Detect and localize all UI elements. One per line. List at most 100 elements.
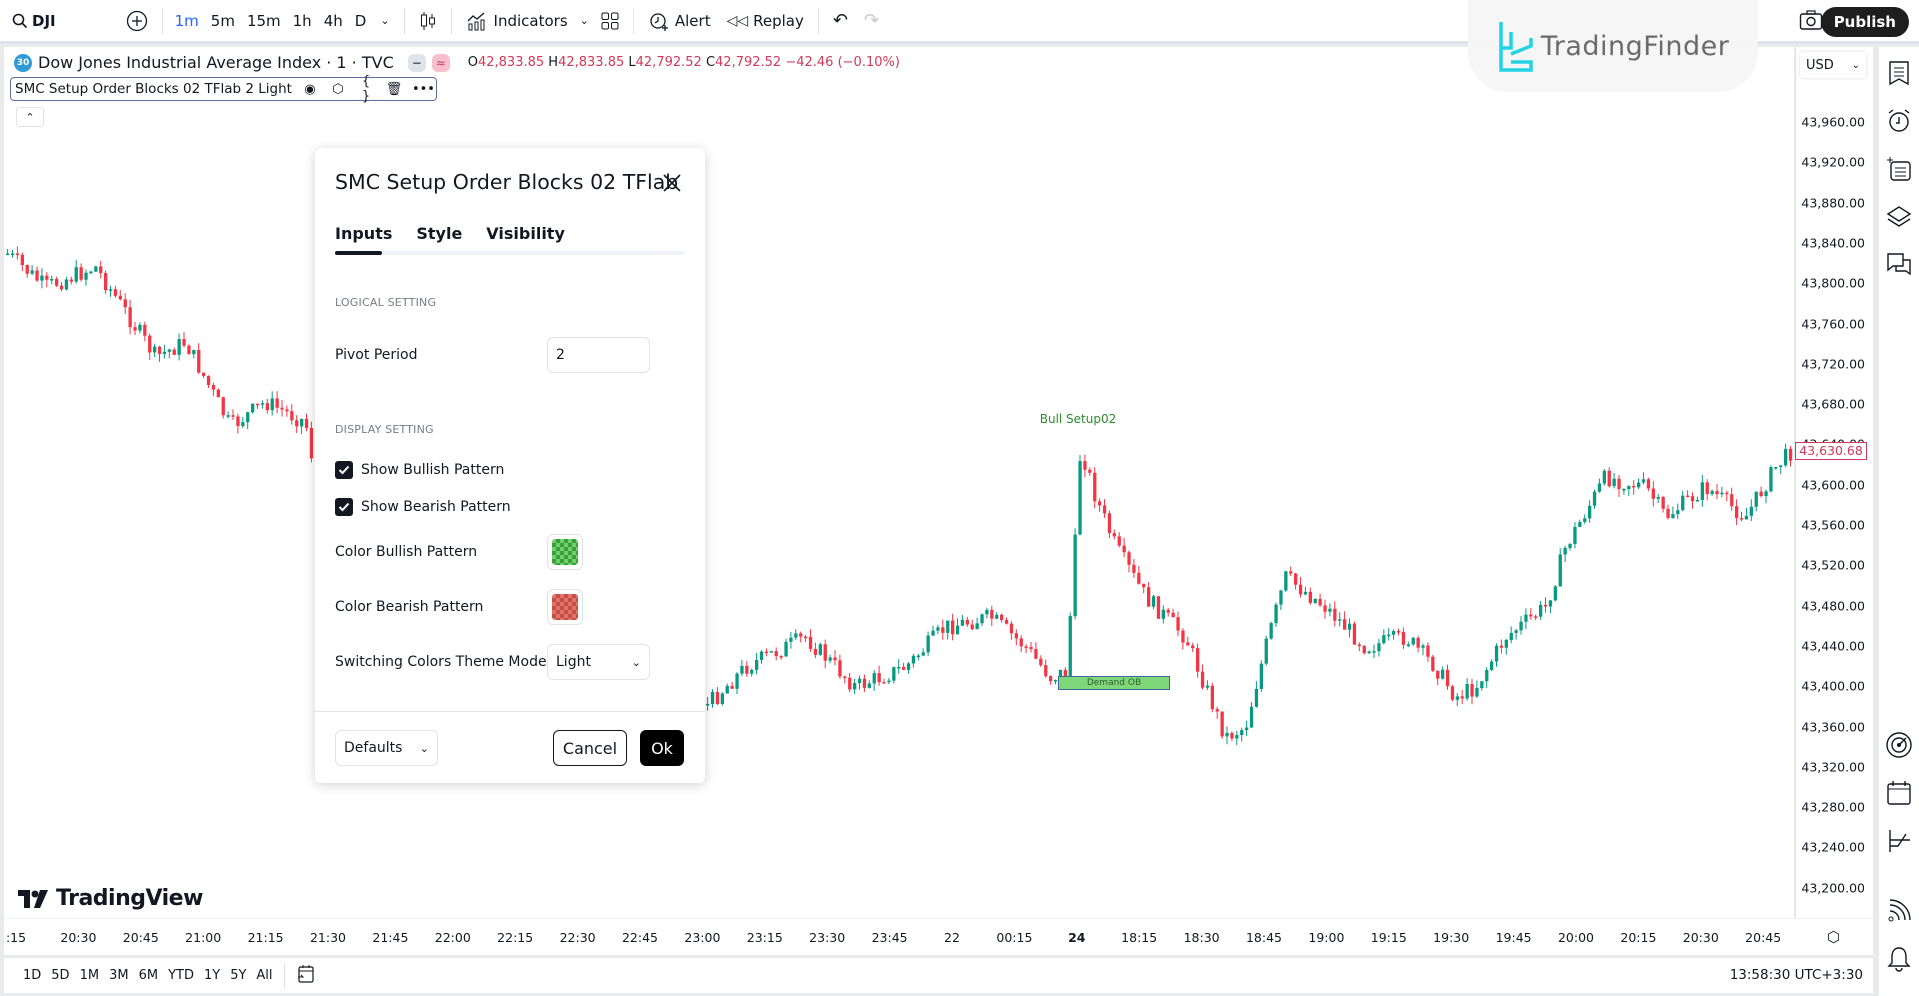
range-ytd[interactable]: YTD (163, 968, 199, 983)
notifications-button[interactable] (1885, 945, 1913, 973)
minus-icon[interactable]: − (407, 53, 426, 72)
collapse-legend-button[interactable]: ⌃ (16, 107, 44, 127)
candle-body (1676, 510, 1680, 515)
time-axis[interactable]: ⬡ :15 20:30 20:45 21:00 21:15 21:30 21:45 22:00… (4, 918, 1873, 955)
timeframe-1h[interactable]: 1h (287, 12, 318, 30)
axis-settings-icon[interactable]: ⬡ (1827, 928, 1840, 946)
candle-body (1739, 518, 1744, 520)
timeframe-1m[interactable]: 1m (169, 12, 205, 30)
currency-select[interactable]: USD ⌄ (1800, 52, 1866, 78)
color-bullish-swatch[interactable] (547, 534, 583, 570)
settings-icon[interactable]: ⬡ (328, 82, 348, 97)
range-3m[interactable]: 3M (104, 968, 134, 983)
footer-divider (315, 711, 705, 712)
pivot-period-input[interactable]: 2 (547, 337, 650, 373)
approx-icon[interactable]: ≈ (431, 53, 450, 72)
candle-body (804, 636, 808, 639)
undo-button[interactable]: ↶ (825, 0, 856, 43)
replay-button[interactable]: ◁◁ Replay (719, 0, 812, 43)
chart-pane[interactable]: 30 Dow Jones Industrial Average Index · … (4, 47, 1794, 955)
source-code-icon[interactable]: { } (356, 74, 376, 104)
color-bearish-swatch[interactable] (547, 589, 583, 625)
compare-button[interactable] (118, 0, 156, 43)
candle-body (1127, 552, 1131, 565)
calendar-button[interactable] (1885, 779, 1913, 807)
symbol-search[interactable]: DJI (0, 0, 64, 43)
price-label: 43,600.00 (1801, 477, 1865, 493)
layers-button[interactable] (1885, 203, 1913, 231)
indicator-name[interactable]: SMC Setup Order Blocks 02 TFlab 2 Light (15, 81, 292, 97)
timeframe-15m[interactable]: 15m (241, 12, 287, 30)
eye-icon[interactable]: ◉ (300, 82, 320, 97)
chart-type-button[interactable] (411, 0, 445, 43)
layout-button[interactable] (593, 0, 627, 43)
timeframe-5m[interactable]: 5m (205, 12, 241, 30)
candle-body (715, 692, 720, 705)
range-all[interactable]: All (251, 968, 277, 983)
tab-visibility[interactable]: Visibility (486, 224, 565, 243)
close-button[interactable] (661, 172, 683, 194)
candle-body (1044, 665, 1048, 677)
ok-button[interactable]: Ok (640, 730, 684, 766)
price-axis[interactable]: 43,960.00 43,920.00 43,880.00 43,840.00 43,8… (1795, 47, 1873, 918)
publish-button[interactable]: Publish (1820, 7, 1909, 37)
alerts-button[interactable] (1885, 107, 1913, 135)
candle-body (128, 307, 132, 328)
chevron-down-icon: ⌄ (579, 14, 589, 27)
snapshot-button[interactable] (1799, 9, 1823, 35)
indicator-legend[interactable]: SMC Setup Order Blocks 02 TFlab 2 Light … (10, 74, 437, 104)
candle-body (1186, 642, 1190, 646)
defaults-dropdown[interactable]: Defaults ⌄ (335, 730, 438, 766)
object-tree-button[interactable] (1885, 155, 1913, 183)
redo-button[interactable]: ↷ (856, 0, 887, 43)
show-bearish-checkbox[interactable]: Show Bearish Pattern (335, 498, 511, 516)
range-1d[interactable]: 1D (18, 968, 46, 983)
candle-body (64, 279, 69, 290)
range-1m[interactable]: 1M (75, 968, 105, 983)
timeframe-dropdown[interactable]: ⌄ (372, 0, 397, 43)
candle-body (1632, 485, 1636, 488)
range-5d[interactable]: 5D (46, 968, 74, 983)
indicators-dropdown[interactable]: ⌄ (576, 0, 593, 43)
alert-button[interactable]: Alert (640, 0, 719, 43)
grid-layout-icon (601, 12, 619, 29)
candle-body (1411, 637, 1415, 645)
chevron-down-icon: ⌄ (631, 655, 641, 669)
watchlist-button[interactable] (1885, 59, 1913, 87)
candle-body (853, 683, 857, 690)
tradingview-text: TradingView (56, 886, 203, 911)
news-feed-button[interactable] (1885, 897, 1913, 925)
candle-body (1465, 684, 1469, 699)
tab-style[interactable]: Style (416, 224, 462, 243)
timezone-button[interactable]: 13:58:30 UTC+3:30 (1730, 967, 1863, 983)
indicators-button[interactable]: Indicators (458, 0, 576, 43)
theme-mode-select[interactable]: Light ⌄ (547, 644, 650, 680)
range-1y[interactable]: 1Y (199, 968, 225, 983)
candle-body (1147, 587, 1151, 607)
candle-body (74, 267, 78, 282)
range-5y[interactable]: 5Y (225, 968, 251, 983)
hotlists-button[interactable] (1885, 731, 1913, 759)
cancel-button[interactable]: Cancel (553, 730, 627, 766)
goto-date-button[interactable] (291, 964, 321, 988)
time-label: 20:00 (1557, 930, 1595, 945)
candle-body (1088, 469, 1092, 473)
candle-body (857, 678, 862, 684)
timeframe-4h[interactable]: 4h (318, 12, 349, 30)
timeframe-d[interactable]: D (349, 12, 373, 30)
trash-icon[interactable]: 🗑 (384, 82, 404, 97)
candle-body (862, 678, 867, 688)
range-6m[interactable]: 6M (134, 968, 164, 983)
checkbox-checked-icon[interactable] (335, 461, 353, 479)
price-label: 43,680.00 (1801, 396, 1865, 412)
more-icon[interactable]: ••• (412, 82, 435, 97)
show-bullish-checkbox[interactable]: Show Bullish Pattern (335, 461, 504, 479)
tab-inputs[interactable]: Inputs (335, 224, 392, 243)
candle-body (1426, 645, 1430, 657)
symbol-title[interactable]: Dow Jones Industrial Average Index · 1 ·… (38, 53, 394, 72)
chats-button[interactable] (1885, 251, 1913, 279)
bell-icon (1887, 947, 1911, 972)
options-chain-button[interactable] (1885, 827, 1913, 855)
candle-body (1078, 461, 1082, 535)
checkbox-checked-icon[interactable] (335, 498, 353, 516)
